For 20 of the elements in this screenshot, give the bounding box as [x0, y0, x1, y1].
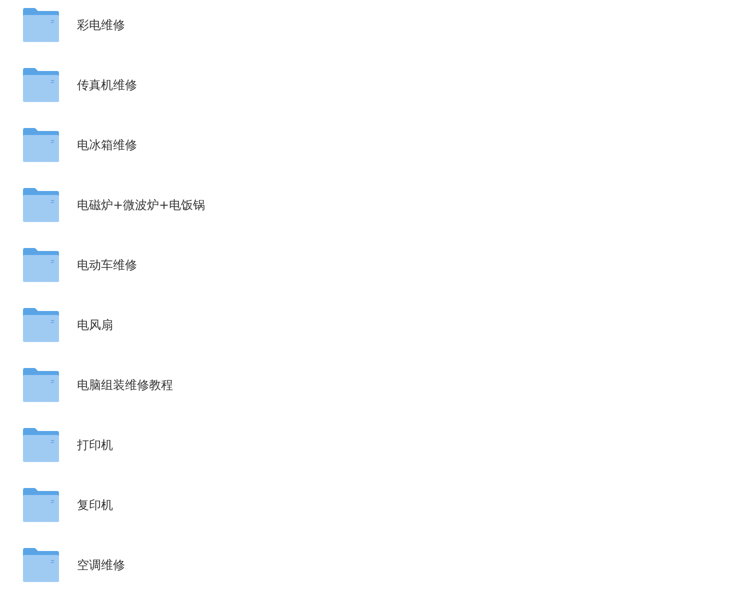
folder-name[interactable]: 电风扇	[77, 316, 113, 334]
folder-name[interactable]: 电冰箱维修	[77, 136, 137, 154]
folder-icon[interactable]	[23, 128, 59, 162]
folder-name[interactable]: 彩电维修	[77, 16, 125, 34]
folder-icon[interactable]	[23, 308, 59, 342]
folder-icon[interactable]	[23, 428, 59, 462]
folder-icon[interactable]	[23, 248, 59, 282]
folder-name[interactable]: 电磁炉+微波炉+电饭锅	[77, 196, 206, 214]
folder-name[interactable]: 电脑组装维修教程	[77, 376, 173, 394]
folder-name[interactable]: 电动车维修	[77, 256, 137, 274]
folder-icon[interactable]	[23, 368, 59, 402]
folder-name[interactable]: 空调维修	[77, 556, 125, 574]
folder-icon[interactable]	[23, 8, 59, 42]
folder-icon[interactable]	[23, 488, 59, 522]
folder-name[interactable]: 复印机	[77, 496, 113, 514]
folder-icon[interactable]	[23, 68, 59, 102]
folder-icon[interactable]	[23, 188, 59, 222]
folder-name[interactable]: 打印机	[77, 436, 113, 454]
folder-icon[interactable]	[23, 548, 59, 582]
folder-name[interactable]: 传真机维修	[77, 76, 137, 94]
